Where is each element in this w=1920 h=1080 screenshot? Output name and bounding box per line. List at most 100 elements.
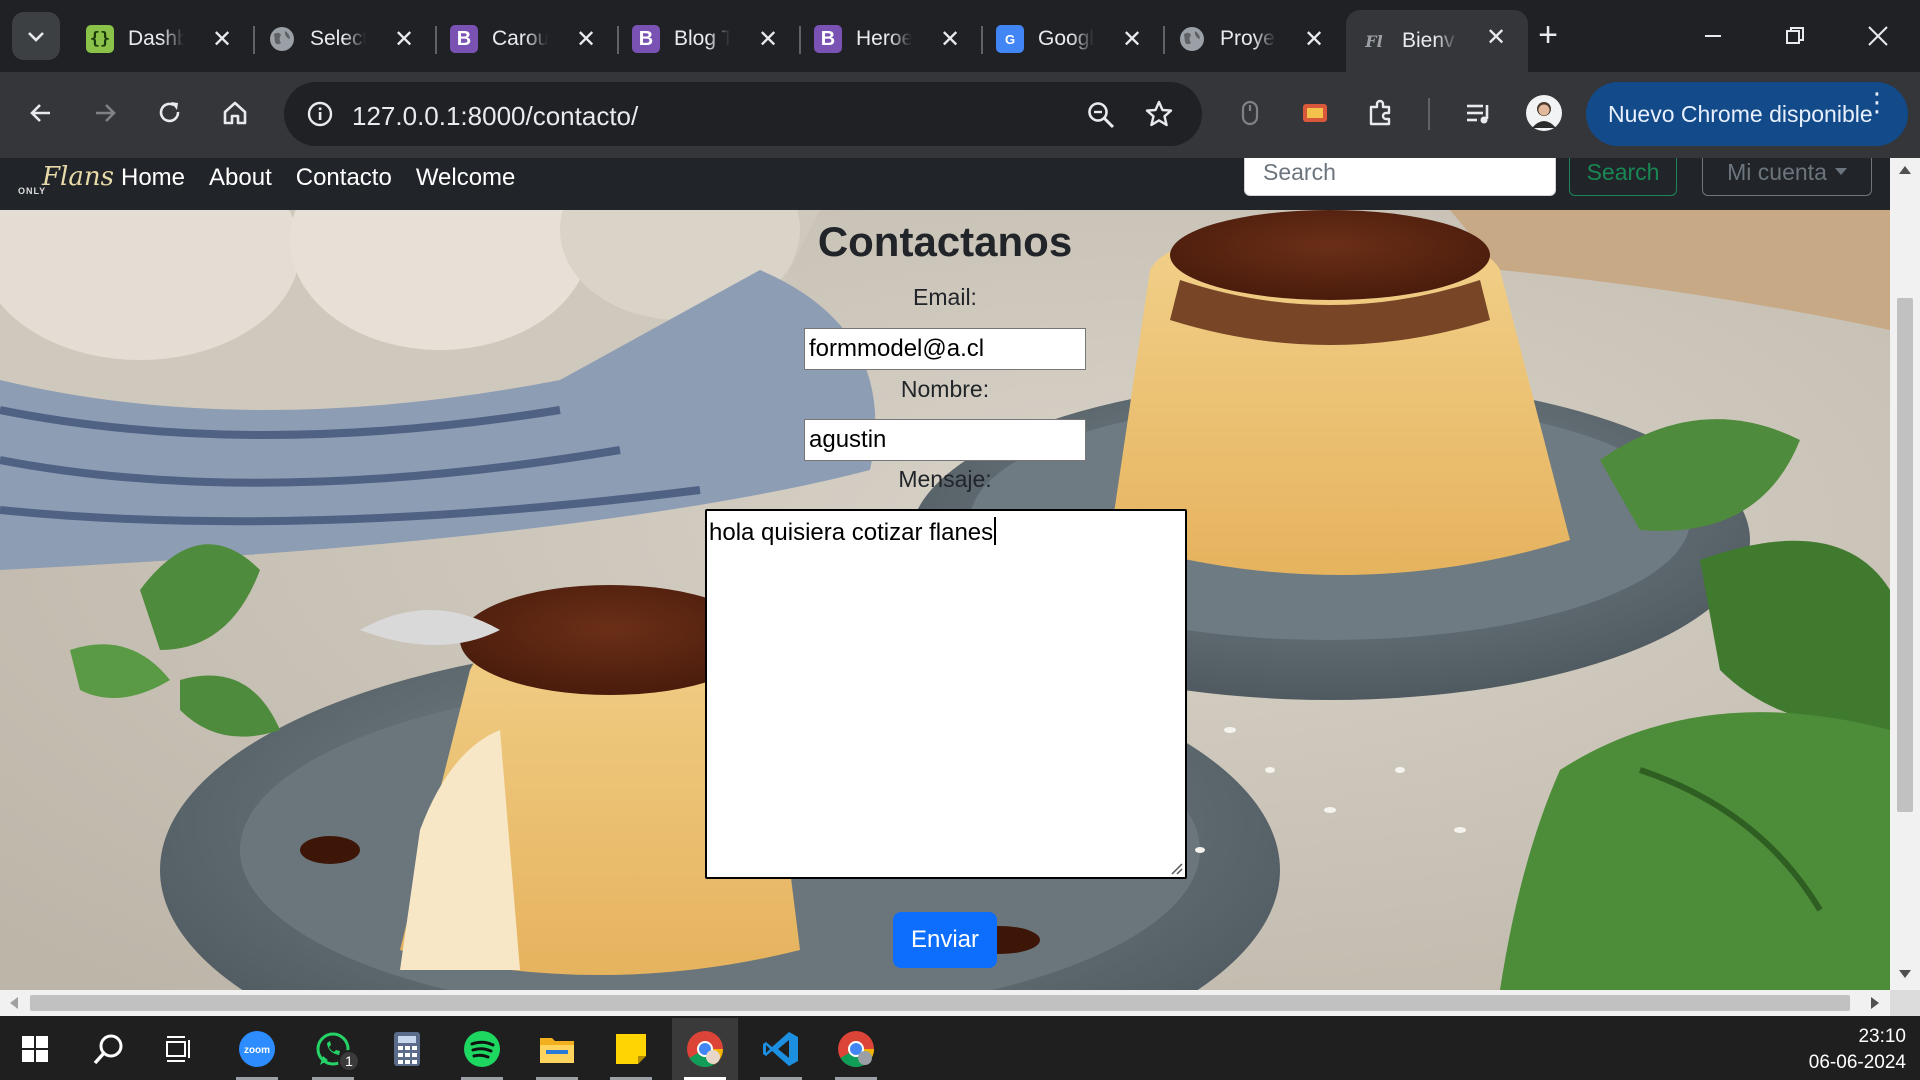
horizontal-scrollbar[interactable] <box>0 990 1920 1016</box>
chrome-icon <box>687 1031 723 1068</box>
tab-title: Dashb <box>128 27 184 50</box>
home-button[interactable] <box>212 90 258 136</box>
tab-search-button[interactable] <box>12 12 60 60</box>
new-tab-button[interactable]: + <box>1530 18 1566 54</box>
resize-handle-icon <box>1171 863 1183 875</box>
nav-contacto[interactable]: Contacto <box>296 164 392 192</box>
tab-blog[interactable]: B Blog T ✕ <box>618 12 801 66</box>
profile-avatar-button[interactable] <box>1521 90 1567 136</box>
update-label: Nuevo Chrome disponible <box>1608 100 1873 127</box>
site-navbar: ONLY Flans Home About Contacto Welcome S… <box>0 158 1890 210</box>
calculator-icon <box>394 1032 420 1066</box>
taskbar-search-button[interactable] <box>78 1018 140 1080</box>
scroll-down-icon <box>1899 970 1911 978</box>
taskbar-calculator[interactable] <box>376 1018 438 1080</box>
tab-heroe[interactable]: B Heroe ✕ <box>800 12 983 66</box>
google-translate-icon: G <box>996 25 1024 53</box>
sticky-notes-icon <box>616 1034 646 1064</box>
chrome-profile-icon <box>838 1031 874 1068</box>
close-icon[interactable]: ✕ <box>936 25 964 53</box>
page-title: Contactanos <box>817 218 1073 265</box>
windows-taskbar: zoom 1 23:10 06-06-2024 <box>0 1018 1920 1080</box>
nav-home[interactable]: Home <box>121 164 185 192</box>
taskbar-sticky-notes[interactable] <box>600 1018 662 1080</box>
back-button[interactable] <box>18 90 64 136</box>
mouse-icon <box>1241 100 1259 126</box>
nav-search-input[interactable]: Search <box>1244 158 1556 196</box>
chevron-down-icon <box>28 32 44 42</box>
submit-button[interactable]: Enviar <box>893 912 997 968</box>
close-icon[interactable]: ✕ <box>1300 25 1328 53</box>
braces-icon: {} <box>86 25 114 53</box>
tab-title: Carou <box>492 27 548 50</box>
tab-select[interactable]: Select ✕ <box>254 12 437 66</box>
close-icon[interactable]: ✕ <box>754 25 782 53</box>
browser-toolbar: 127.0.0.1:8000/contacto/ Nuevo Chrome di… <box>0 72 1920 158</box>
flan-logo-icon: Fl <box>1365 31 1383 51</box>
zoom-icon: zoom <box>239 1031 275 1067</box>
nav-about[interactable]: About <box>209 164 272 192</box>
nav-search-button[interactable]: Search <box>1569 158 1677 196</box>
account-dropdown[interactable]: Mi cuenta <box>1702 158 1872 196</box>
taskbar-vscode[interactable] <box>750 1018 812 1080</box>
extension-app-icon <box>1303 104 1327 122</box>
restore-button[interactable] <box>1773 14 1817 58</box>
message-textarea[interactable]: hola quisiera cotizar flanes <box>705 509 1187 879</box>
search-icon <box>93 1034 123 1065</box>
media-controls-button[interactable] <box>1456 90 1502 136</box>
message-text: hola quisiera cotizar flanes <box>709 519 994 546</box>
brand-script-text: Flans <box>42 162 114 192</box>
vertical-scroll-thumb[interactable] <box>1897 298 1913 812</box>
horizontal-scroll-thumb[interactable] <box>30 995 1850 1011</box>
vscode-icon <box>763 1032 798 1066</box>
scroll-left-icon <box>10 997 18 1009</box>
account-label: Mi cuenta <box>1727 158 1827 185</box>
chrome-update-button[interactable]: Nuevo Chrome disponible ⋮ <box>1586 82 1908 146</box>
tab-carou[interactable]: B Carou ✕ <box>436 12 619 66</box>
extensions-button[interactable] <box>1358 90 1404 136</box>
tab-title: Bienv <box>1402 29 1455 52</box>
mouse-extension-button[interactable] <box>1227 90 1273 136</box>
file-explorer-icon <box>540 1038 574 1063</box>
start-button[interactable] <box>4 1018 66 1080</box>
email-field[interactable]: formmodel@a.cl <box>804 328 1086 370</box>
vertical-scrollbar[interactable] <box>1890 158 1920 990</box>
forward-button[interactable] <box>82 90 128 136</box>
taskbar-chrome-profile[interactable] <box>825 1018 887 1080</box>
minimize-button[interactable] <box>1691 14 1735 58</box>
back-arrow-icon <box>30 104 50 122</box>
name-field[interactable]: agustin <box>804 419 1086 461</box>
task-view-button[interactable] <box>148 1018 210 1080</box>
taskbar-whatsapp[interactable]: 1 <box>302 1018 364 1080</box>
scroll-up-icon <box>1899 166 1911 174</box>
tab-dashb[interactable]: {} Dashb ✕ <box>72 12 255 66</box>
more-menu-icon[interactable]: ⋮ <box>1864 89 1890 115</box>
taskbar-chrome[interactable] <box>672 1018 738 1080</box>
taskbar-file-explorer[interactable] <box>526 1018 588 1080</box>
system-clock[interactable]: 23:10 06-06-2024 <box>1809 1024 1906 1076</box>
address-bar[interactable]: 127.0.0.1:8000/contacto/ <box>284 82 1202 146</box>
close-icon[interactable]: ✕ <box>208 25 236 53</box>
puzzle-piece-icon <box>1369 99 1391 126</box>
tab-title: Googl <box>1038 27 1094 50</box>
nav-links: Home About Contacto Welcome <box>121 164 515 192</box>
taskbar-zoom[interactable]: zoom <box>226 1018 288 1080</box>
tab-bienv[interactable]: Fl Bienv ✕ <box>1346 10 1528 72</box>
close-icon[interactable]: ✕ <box>390 25 418 53</box>
page-viewport: ONLY Flans Home About Contacto Welcome S… <box>0 158 1920 990</box>
taskbar-spotify[interactable] <box>451 1018 513 1080</box>
tab-title: Blog T <box>674 27 730 50</box>
reload-button[interactable] <box>147 90 193 136</box>
close-icon[interactable]: ✕ <box>1118 25 1146 53</box>
tab-list: {} Dashb ✕ Select ✕ B Carou ✕ B Blog T ✕… <box>72 10 1528 72</box>
reload-icon <box>159 102 180 123</box>
cast-extension-button[interactable] <box>1292 90 1338 136</box>
close-icon[interactable]: ✕ <box>1482 23 1510 51</box>
tab-google[interactable]: G Googl ✕ <box>982 12 1165 66</box>
close-window-button[interactable] <box>1856 14 1900 58</box>
tab-proye[interactable]: Proye ✕ <box>1164 12 1346 66</box>
home-icon <box>223 101 247 125</box>
text-caret <box>994 517 997 545</box>
nav-welcome[interactable]: Welcome <box>416 164 516 192</box>
close-icon[interactable]: ✕ <box>572 25 600 53</box>
